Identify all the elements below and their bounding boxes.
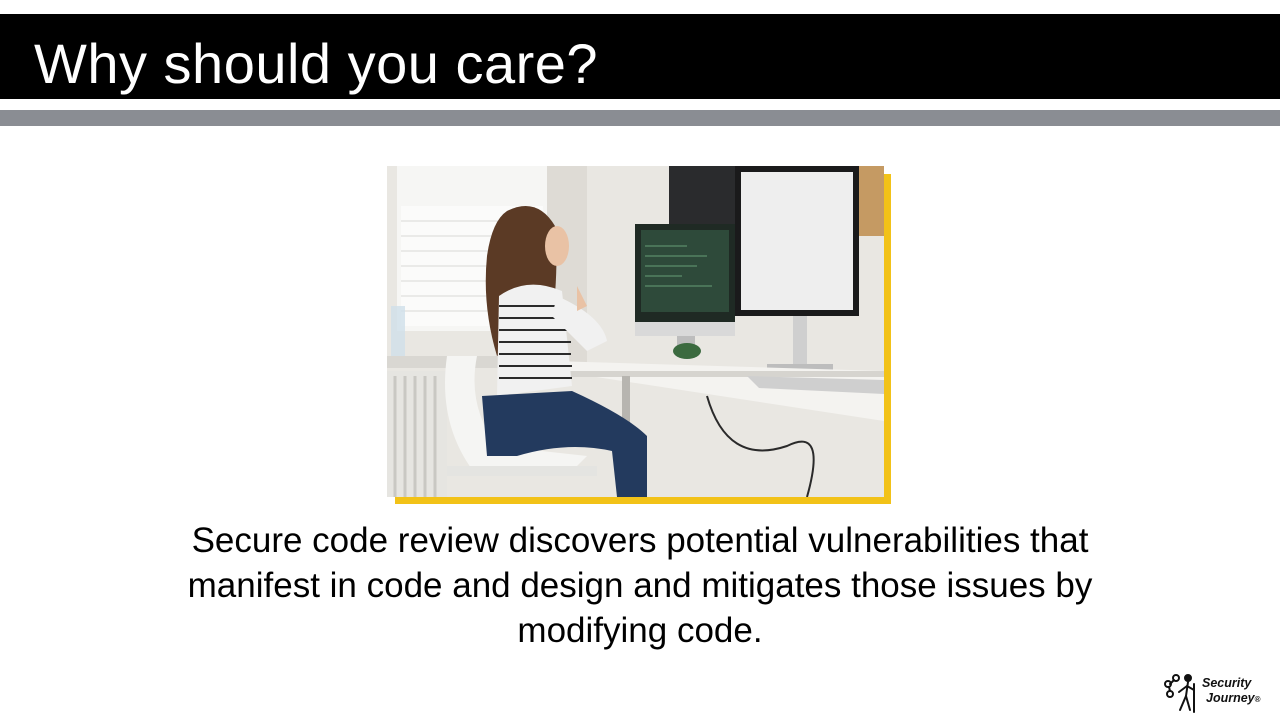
photo-frame [387, 166, 891, 504]
logo-line-journey: Journey [1206, 691, 1255, 705]
logo-line-security: Security [1202, 676, 1252, 690]
body-text: Secure code review discovers potential v… [187, 521, 1093, 650]
hiker-icon [1164, 674, 1195, 713]
woman-at-desk-photo [387, 166, 884, 497]
logo-wordmark: Security Journey® [1202, 676, 1261, 707]
slide: Why should you care? Secure code review … [0, 0, 1280, 720]
title-bar: Why should you care? [0, 14, 1280, 99]
security-journey-logo: Security Journey® [1160, 672, 1268, 716]
slide-title: Why should you care? [34, 32, 599, 95]
registered-mark: ® [1254, 695, 1261, 704]
divider-rule [0, 110, 1280, 126]
